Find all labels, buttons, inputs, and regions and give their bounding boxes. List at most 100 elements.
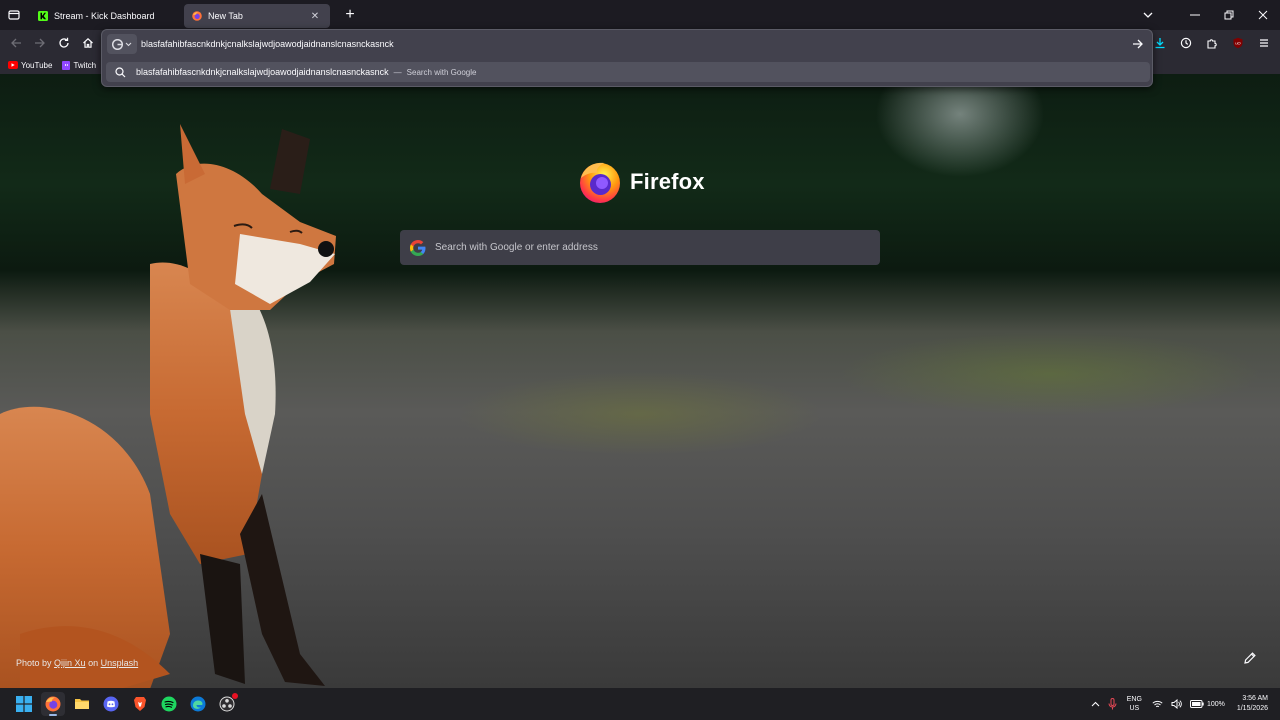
credit-prefix: Photo by xyxy=(16,658,52,668)
tab-new-tab[interactable]: New Tab ✕ xyxy=(184,4,330,28)
tab-strip: Stream - Kick Dashboard New Tab ✕ + xyxy=(0,0,1280,30)
clock-date: 1/15/2026 xyxy=(1236,705,1268,712)
taskbar-brave[interactable] xyxy=(128,692,152,716)
suggestion-action: Search with Google xyxy=(406,67,477,77)
windows-start-button[interactable] xyxy=(12,692,36,716)
spotify-icon xyxy=(161,696,177,712)
bookmark-label: Twitch xyxy=(73,60,97,70)
forward-arrow-icon xyxy=(35,38,45,48)
clock[interactable]: 3:56 AM 1/15/2026 xyxy=(1233,694,1272,714)
taskbar-discord[interactable] xyxy=(99,692,123,716)
firefox-logo-icon xyxy=(580,162,620,203)
reload-icon xyxy=(59,37,69,48)
microphone-icon xyxy=(1108,698,1117,710)
network-button[interactable] xyxy=(1148,692,1167,716)
new-tab-page: Firefox Search with Google or enter addr… xyxy=(0,74,1280,688)
go-button[interactable] xyxy=(1124,32,1152,56)
bookmark-twitch[interactable]: Twitch xyxy=(62,60,97,70)
credit-site-link[interactable]: Unsplash xyxy=(101,658,139,668)
ublock-origin-button[interactable]: uO xyxy=(1226,31,1250,55)
recording-indicator xyxy=(232,693,238,699)
firefox-icon xyxy=(192,11,202,21)
search-placeholder: Search with Google or enter address xyxy=(435,242,598,253)
taskbar-spotify[interactable] xyxy=(157,692,181,716)
reload-button[interactable] xyxy=(52,31,76,55)
show-hidden-icons-button[interactable] xyxy=(1087,692,1104,716)
chevron-down-icon xyxy=(125,42,132,46)
minimize-button[interactable] xyxy=(1178,0,1212,30)
wifi-icon xyxy=(1152,700,1163,707)
history-button[interactable] xyxy=(1174,31,1198,55)
taskbar-file-explorer[interactable] xyxy=(70,692,94,716)
firefox-brand: Firefox xyxy=(578,160,705,204)
taskbar-firefox[interactable] xyxy=(41,692,65,716)
bookmark-youtube[interactable]: YouTube xyxy=(8,61,52,70)
back-button[interactable] xyxy=(4,31,28,55)
taskbar-edge[interactable] xyxy=(186,692,210,716)
photo-credit: Photo by Qijin Xu on Unsplash xyxy=(16,658,138,668)
close-tab-icon[interactable]: ✕ xyxy=(308,9,322,23)
google-icon xyxy=(112,38,123,50)
speaker-icon xyxy=(1171,699,1182,709)
youtube-icon xyxy=(8,61,18,69)
chevron-down-icon[interactable] xyxy=(1128,0,1168,30)
battery-button[interactable]: 100% xyxy=(1186,692,1229,716)
clock-icon xyxy=(1180,37,1192,49)
arrow-right-icon xyxy=(1133,39,1143,49)
search-engine-button[interactable] xyxy=(107,34,137,54)
restore-button[interactable] xyxy=(1212,0,1246,30)
windows-start-icon xyxy=(16,696,32,712)
credit-author-link[interactable]: Qijin Xu xyxy=(54,658,86,668)
tab-kick-dashboard[interactable]: Stream - Kick Dashboard xyxy=(30,4,178,28)
windows-taskbar: ENG US 100% 3:56 AM 1/15/2026 xyxy=(0,688,1280,720)
download-icon xyxy=(1155,38,1165,49)
pencil-icon xyxy=(1244,652,1256,664)
clock-time: 3:56 AM xyxy=(1242,695,1268,702)
microphone-button[interactable] xyxy=(1104,692,1121,716)
list-all-tabs-button[interactable] xyxy=(0,0,28,30)
kick-icon xyxy=(38,11,48,21)
discord-icon xyxy=(103,696,119,712)
language-code: ENG xyxy=(1126,696,1142,703)
home-button[interactable] xyxy=(76,31,100,55)
language-region: US xyxy=(1129,705,1140,712)
ublock-origin-icon: uO xyxy=(1233,37,1243,49)
input-language[interactable]: ENG US xyxy=(1121,695,1148,713)
extensions-button[interactable] xyxy=(1200,31,1224,55)
credit-on: on xyxy=(88,658,99,668)
close-window-button[interactable] xyxy=(1246,0,1280,30)
volume-button[interactable] xyxy=(1167,692,1186,716)
puzzle-icon xyxy=(1207,39,1217,49)
firefox-wordmark: Firefox xyxy=(630,169,705,194)
hamburger-menu-icon xyxy=(1260,39,1268,47)
url-input[interactable] xyxy=(141,34,1124,54)
back-arrow-icon xyxy=(11,38,21,48)
home-icon xyxy=(83,37,93,48)
app-menu-button[interactable] xyxy=(1252,31,1276,55)
customize-button[interactable] xyxy=(1238,646,1262,670)
bookmark-label: YouTube xyxy=(21,60,53,70)
forward-button[interactable] xyxy=(28,31,52,55)
search-suggestion-row[interactable]: blasfafahibfascnkdnkjcnalkslajwdjoawodja… xyxy=(106,62,1150,82)
svg-text:uO: uO xyxy=(1235,41,1240,46)
battery-icon xyxy=(1189,700,1204,708)
twitch-icon xyxy=(62,60,71,70)
firefox-icon xyxy=(45,696,61,712)
background-fox-photo xyxy=(0,124,336,688)
suggestion-separator: — xyxy=(393,67,402,77)
brave-icon xyxy=(134,697,146,711)
urlbar-dropdown: blasfafahibfascnkdnkjcnalkslajwdjoawodja… xyxy=(101,29,1153,87)
file-explorer-icon xyxy=(75,699,89,709)
search-icon xyxy=(114,66,126,78)
new-tab-button[interactable]: + xyxy=(338,3,362,27)
suggestion-text: blasfafahibfascnkdnkjcnalkslajwdjoawodja… xyxy=(136,67,389,77)
tab-title: Stream - Kick Dashboard xyxy=(54,11,155,21)
urlbar xyxy=(102,30,1152,58)
edge-icon xyxy=(190,696,206,712)
tabs-list-icon xyxy=(8,10,20,20)
battery-percent: 100% xyxy=(1206,700,1225,708)
google-icon xyxy=(410,239,426,256)
new-tab-search-box[interactable]: Search with Google or enter address xyxy=(400,230,880,265)
taskbar-obs[interactable] xyxy=(215,692,239,716)
chevron-up-icon xyxy=(1091,701,1100,707)
